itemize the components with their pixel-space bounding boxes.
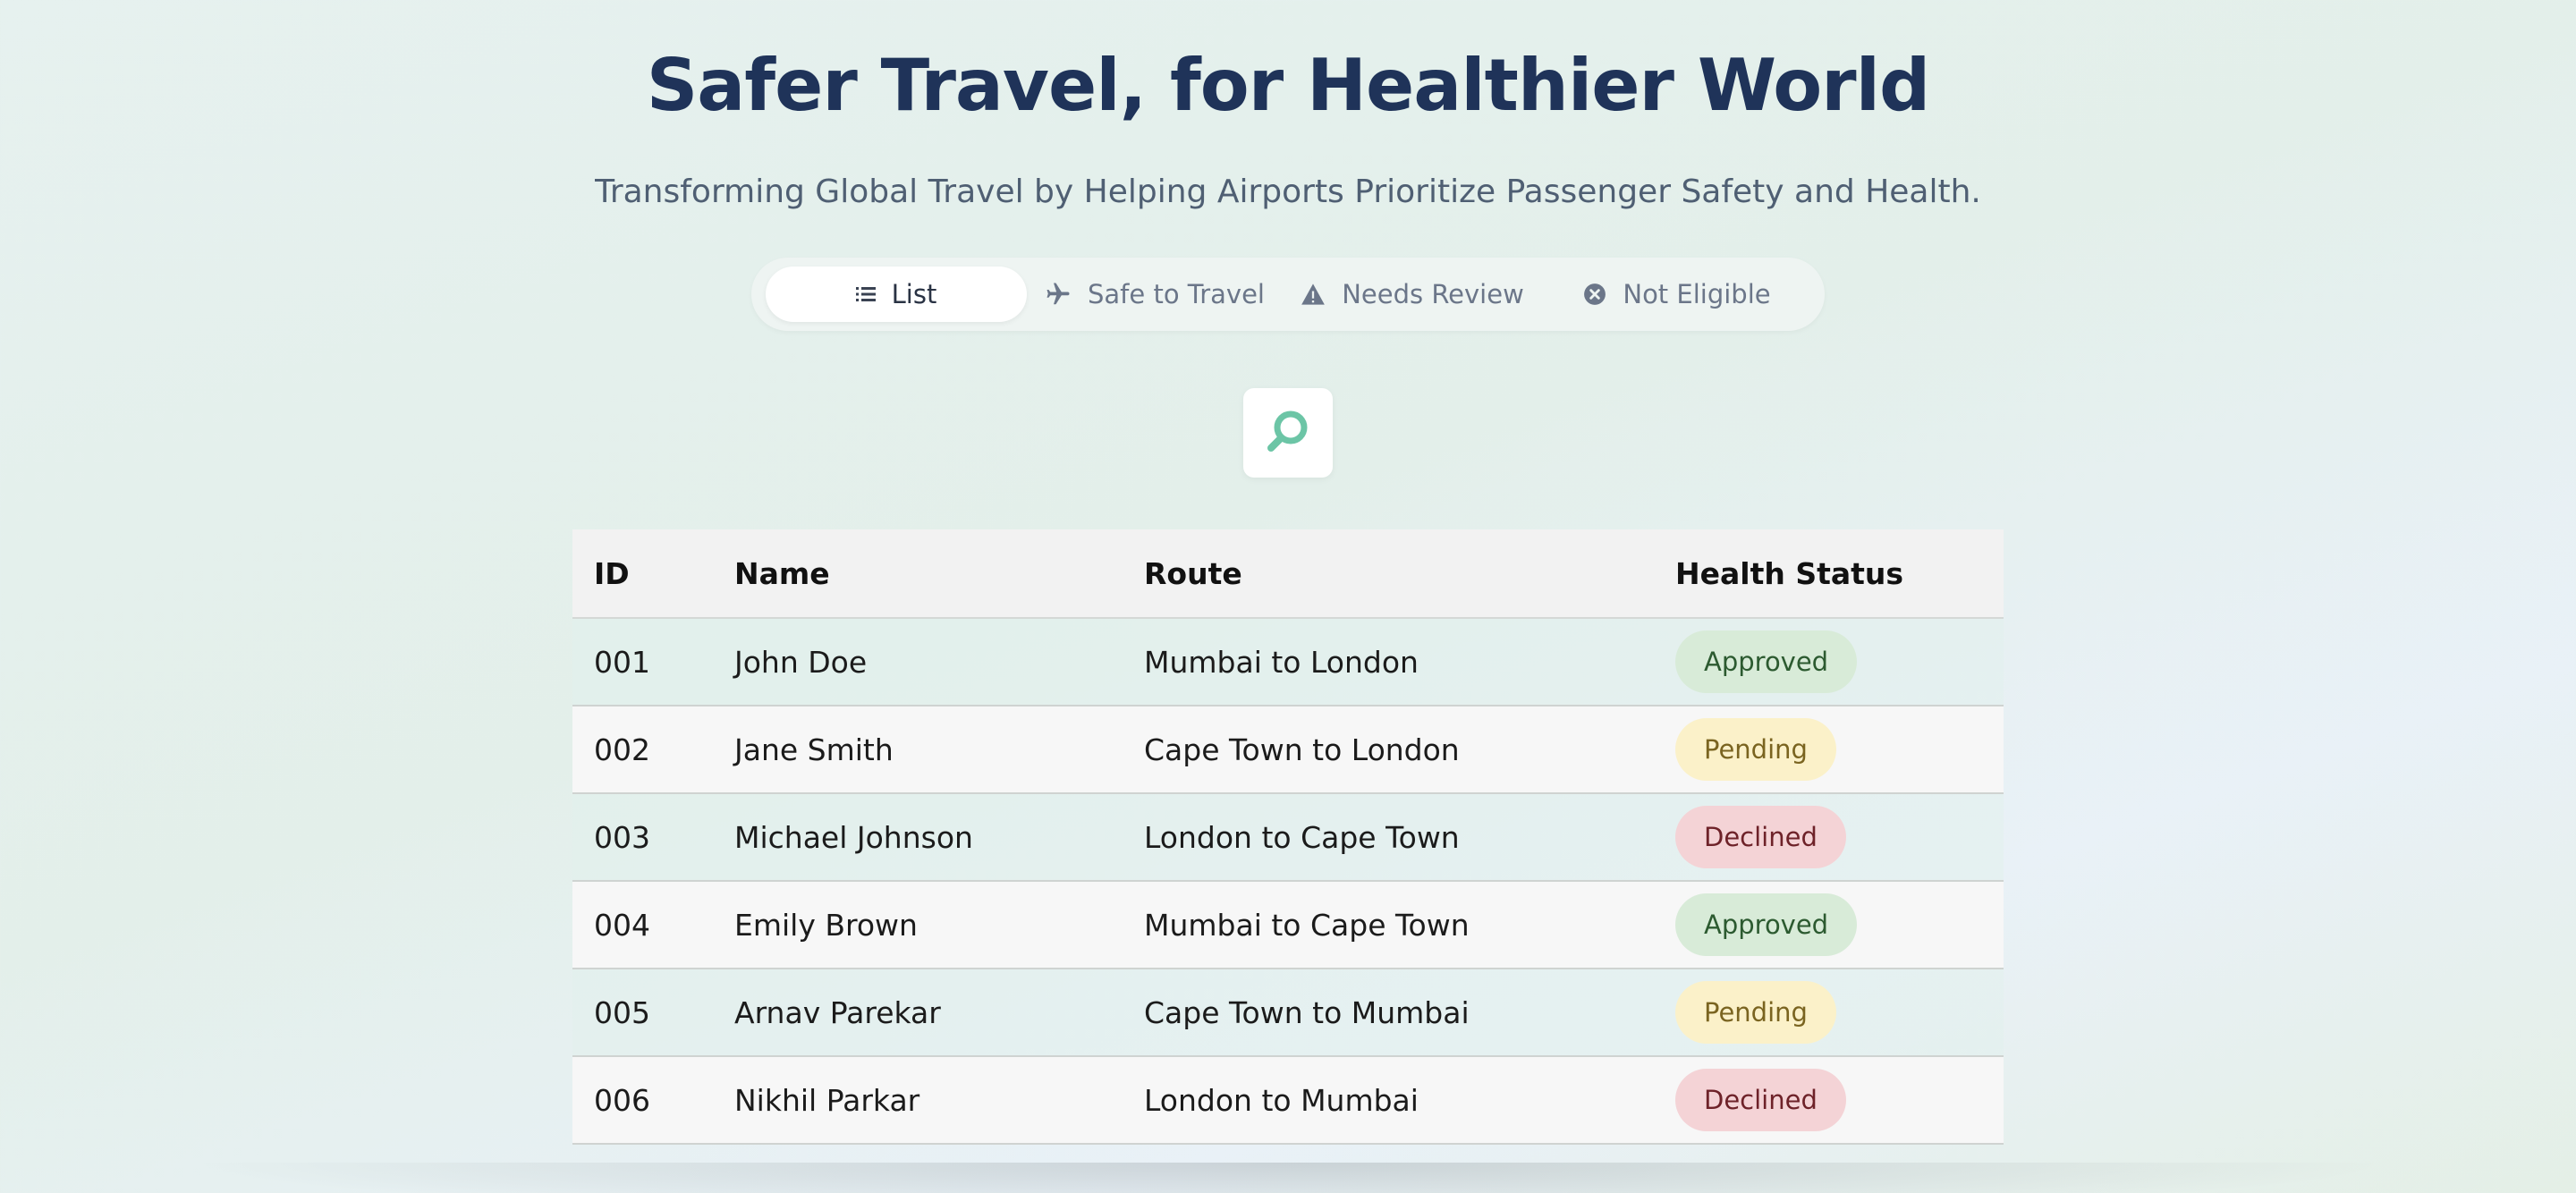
status-badge: Declined (1675, 806, 1846, 868)
cell-name: Emily Brown (734, 881, 1144, 969)
warning-icon (1301, 283, 1326, 306)
tab-safe-to-travel-label: Safe to Travel (1088, 279, 1265, 309)
cell-status: Pending (1675, 706, 2004, 794)
cell-route: Cape Town to Mumbai (1144, 969, 1675, 1057)
cell-id: 003 (572, 793, 734, 882)
cell-id: 002 (572, 706, 734, 794)
page-subtitle: Transforming Global Travel by Helping Ai… (595, 173, 1981, 210)
table-row[interactable]: 004 Emily Brown Mumbai to Cape Town Appr… (572, 881, 2004, 969)
cell-id: 006 (572, 1056, 734, 1145)
table-row[interactable]: 006 Nikhil Parkar London to Mumbai Decli… (572, 1056, 2004, 1145)
filter-tabs: List Safe to Travel Needs Review Not Eli… (751, 258, 1825, 331)
cell-name: Nikhil Parkar (734, 1056, 1144, 1145)
cell-name: Michael Johnson (734, 793, 1144, 882)
table-row[interactable]: 003 Michael Johnson London to Cape Town … (572, 793, 2004, 882)
status-badge: Approved (1675, 630, 1858, 693)
status-badge: Pending (1675, 981, 1836, 1044)
tab-needs-review-label: Needs Review (1342, 279, 1524, 309)
cell-id: 005 (572, 969, 734, 1057)
x-circle-icon (1583, 283, 1606, 306)
table-row[interactable]: 002 Jane Smith Cape Town to London Pendi… (572, 706, 2004, 794)
cell-route: Cape Town to London (1144, 706, 1675, 794)
cell-route: Mumbai to London (1144, 618, 1675, 706)
cell-route: Mumbai to Cape Town (1144, 881, 1675, 969)
cell-route: London to Mumbai (1144, 1056, 1675, 1145)
tab-list[interactable]: List (766, 267, 1027, 322)
cell-name: Arnav Parekar (734, 969, 1144, 1057)
tab-safe-to-travel[interactable]: Safe to Travel (1034, 267, 1275, 322)
status-badge: Approved (1675, 893, 1858, 956)
page-title: Safer Travel, for Healthier World (646, 44, 1931, 127)
column-header-id[interactable]: ID (572, 529, 734, 619)
airplane-icon (1045, 281, 1072, 308)
search-icon (1263, 406, 1313, 460)
list-icon (855, 285, 876, 303)
cell-status: Approved (1675, 618, 2004, 706)
column-header-name[interactable]: Name (734, 529, 1144, 619)
table-header-row: ID Name Route Health Status (572, 529, 2004, 619)
tab-needs-review[interactable]: Needs Review (1292, 267, 1533, 322)
cell-status: Declined (1675, 1056, 2004, 1145)
search-button[interactable] (1243, 388, 1333, 478)
bottom-shadow (179, 1163, 2397, 1193)
column-header-health-status[interactable]: Health Status (1675, 529, 2004, 619)
status-badge: Declined (1675, 1069, 1846, 1131)
cell-status: Declined (1675, 793, 2004, 882)
column-header-route[interactable]: Route (1144, 529, 1675, 619)
cell-status: Pending (1675, 969, 2004, 1057)
table-row[interactable]: 001 John Doe Mumbai to London Approved (572, 618, 2004, 706)
cell-id: 004 (572, 881, 734, 969)
cell-name: John Doe (734, 618, 1144, 706)
tab-list-label: List (891, 279, 937, 309)
table-row[interactable]: 005 Arnav Parekar Cape Town to Mumbai Pe… (572, 969, 2004, 1057)
status-badge: Pending (1675, 718, 1836, 781)
cell-route: London to Cape Town (1144, 793, 1675, 882)
passenger-table: ID Name Route Health Status 001 John Doe… (572, 529, 2004, 1145)
cell-id: 001 (572, 618, 734, 706)
cell-status: Approved (1675, 881, 2004, 969)
tab-not-eligible[interactable]: Not Eligible (1556, 267, 1798, 322)
cell-name: Jane Smith (734, 706, 1144, 794)
tab-not-eligible-label: Not Eligible (1623, 279, 1771, 309)
